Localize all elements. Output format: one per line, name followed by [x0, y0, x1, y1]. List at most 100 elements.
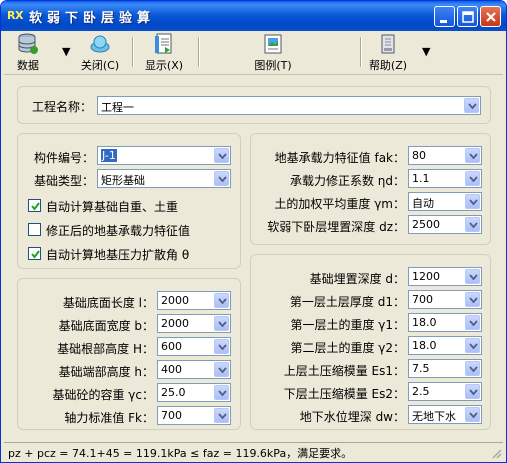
embed-depth-select[interactable]: 1200 — [408, 267, 482, 286]
dz-label: 软弱下卧层埋置深度 dz： — [267, 220, 405, 234]
es2-label: 下层土压缩模量 Es2： — [283, 387, 405, 401]
water-depth-label: 地下水位埋深 dw： — [299, 410, 405, 424]
dz-value: 2500 — [412, 218, 440, 231]
data-button[interactable]: 数据 — [10, 33, 46, 73]
layer1-weight-value: 18.0 — [412, 316, 437, 329]
checkbox-box[interactable] — [28, 247, 41, 260]
chevron-down-icon[interactable] — [465, 217, 480, 232]
help-dropdown-arrow[interactable]: ▼ — [422, 45, 430, 85]
chevron-down-icon[interactable] — [465, 148, 480, 163]
resize-grip-icon[interactable] — [490, 447, 502, 459]
chevron-down-icon[interactable] — [465, 384, 480, 399]
foundation-type-select[interactable]: 矩形基础 — [97, 169, 231, 188]
axial-force-value: 700 — [161, 409, 182, 422]
fak-value: 80 — [412, 149, 426, 162]
chevron-down-icon[interactable] — [465, 315, 480, 330]
chevron-down-icon[interactable] — [465, 194, 480, 209]
member-id-label: 构件编号： — [33, 151, 94, 165]
maximize-icon — [462, 11, 474, 23]
eta-select[interactable]: 1.1 — [408, 169, 482, 188]
help-button-label: 帮助(Z) — [368, 59, 408, 72]
embed-depth-value: 1200 — [412, 270, 440, 283]
toolbar-separator — [360, 37, 362, 67]
layer1-thickness-select[interactable]: 700 — [408, 290, 482, 309]
chevron-down-icon[interactable] — [464, 98, 479, 113]
es2-value: 2.5 — [412, 385, 430, 398]
eta-value: 1.1 — [412, 172, 430, 185]
width-label: 基础底面宽度 b： — [58, 319, 154, 333]
layer2-weight-select[interactable]: 18.0 — [408, 336, 482, 355]
chevron-down-icon[interactable] — [214, 171, 229, 186]
chevron-down-icon[interactable] — [465, 292, 480, 307]
layer1-weight-select[interactable]: 18.0 — [408, 313, 482, 332]
checkmark-icon — [31, 202, 40, 211]
end-height-select[interactable]: 400 — [157, 360, 231, 379]
self-weight-checkbox[interactable]: 自动计算基础自重、土重 — [28, 198, 233, 214]
maximize-button[interactable] — [457, 6, 478, 27]
close-window-button[interactable] — [480, 6, 501, 27]
app-icon: RX — [7, 9, 23, 22]
unit-weight-select[interactable]: 25.0 — [157, 383, 231, 402]
root-height-select[interactable]: 600 — [157, 337, 231, 356]
eta-label: 承载力修正系数 ηd： — [289, 174, 405, 188]
data-dropdown-arrow[interactable]: ▼ — [62, 45, 70, 85]
unit-weight-label: 基础砼的容重 γc： — [52, 388, 154, 402]
help-button[interactable]: 帮助(Z) — [366, 33, 410, 73]
es2-select[interactable]: 2.5 — [408, 382, 482, 401]
foundation-panel: 基础底面长度 l： 2000 基础底面宽度 b： 2000 基础根部高度 H： … — [17, 278, 241, 430]
water-depth-value: 无地下水 — [412, 410, 456, 423]
checkmark-icon — [31, 250, 40, 259]
project-name-select[interactable]: 工程一 — [97, 96, 481, 115]
toolbar-separator — [198, 37, 200, 67]
member-id-select[interactable]: J-1 — [97, 146, 231, 165]
self-weight-checkbox-label: 自动计算基础自重、土重 — [46, 200, 179, 214]
project-name-label: 工程名称： — [32, 100, 93, 114]
chevron-down-icon[interactable] — [214, 408, 229, 423]
chevron-down-icon[interactable] — [465, 269, 480, 284]
minimize-button[interactable] — [434, 6, 455, 27]
unit-weight-value: 25.0 — [161, 386, 186, 399]
length-select[interactable]: 2000 — [157, 291, 231, 310]
width-select[interactable]: 2000 — [157, 314, 231, 333]
chevron-down-icon[interactable] — [214, 293, 229, 308]
title-bar[interactable]: RX 软弱下卧层验算 — [1, 1, 506, 31]
axial-force-label: 轴力标准值 Fk： — [64, 411, 154, 425]
checkbox-box[interactable] — [28, 223, 41, 236]
show-button[interactable]: 显示(X) — [142, 33, 186, 73]
layer1-weight-label: 第一层土的重度 γ1： — [290, 318, 405, 332]
legend-button[interactable]: 图例(T) — [250, 33, 296, 73]
layer1-thickness-value: 700 — [412, 293, 433, 306]
corrected-capacity-checkbox-label: 修正后的地基承载力特征值 — [46, 224, 191, 238]
chevron-down-icon[interactable] — [214, 316, 229, 331]
gamma-m-value: 自动 — [412, 197, 434, 210]
status-text: pz + pcz = 74.1+45 = 119.1kPa ≤ faz = 11… — [8, 447, 353, 460]
close-button[interactable]: 关闭(C) — [78, 33, 122, 73]
fak-select[interactable]: 80 — [408, 146, 482, 165]
chevron-down-icon[interactable] — [465, 407, 480, 422]
chevron-down-icon[interactable] — [465, 361, 480, 376]
es1-select[interactable]: 7.5 — [408, 359, 482, 378]
axial-force-select[interactable]: 700 — [157, 406, 231, 425]
checkbox-box[interactable] — [28, 199, 41, 212]
water-depth-select[interactable]: 无地下水 — [408, 405, 482, 424]
foundation-type-value: 矩形基础 — [101, 174, 145, 187]
chevron-down-icon[interactable] — [214, 339, 229, 354]
chevron-down-icon[interactable] — [465, 171, 480, 186]
gamma-m-select[interactable]: 自动 — [408, 192, 482, 211]
gamma-m-label: 土的加权平均重度 γm： — [274, 197, 405, 211]
chevron-down-icon[interactable] — [214, 362, 229, 377]
dz-select[interactable]: 2500 — [408, 215, 482, 234]
chevron-down-icon[interactable] — [465, 338, 480, 353]
spread-angle-checkbox[interactable]: 自动计算地基压力扩散角 θ — [28, 246, 233, 262]
corrected-capacity-checkbox[interactable]: 修正后的地基承载力特征值 — [28, 222, 233, 238]
chevron-down-icon[interactable] — [214, 148, 229, 163]
layer2-weight-label: 第二层土的重度 γ2： — [290, 341, 405, 355]
width-value: 2000 — [161, 317, 189, 330]
show-button-label: 显示(X) — [144, 59, 184, 72]
end-height-value: 400 — [161, 363, 182, 376]
chevron-down-icon[interactable] — [214, 385, 229, 400]
legend-button-label: 图例(T) — [254, 59, 292, 72]
root-height-label: 基础根部高度 H： — [57, 342, 154, 356]
database-icon — [18, 33, 38, 54]
member-panel: 构件编号： J-1 基础类型： 矩形基础 自动计算基础自重、土重 修正后的地基承… — [17, 133, 241, 269]
